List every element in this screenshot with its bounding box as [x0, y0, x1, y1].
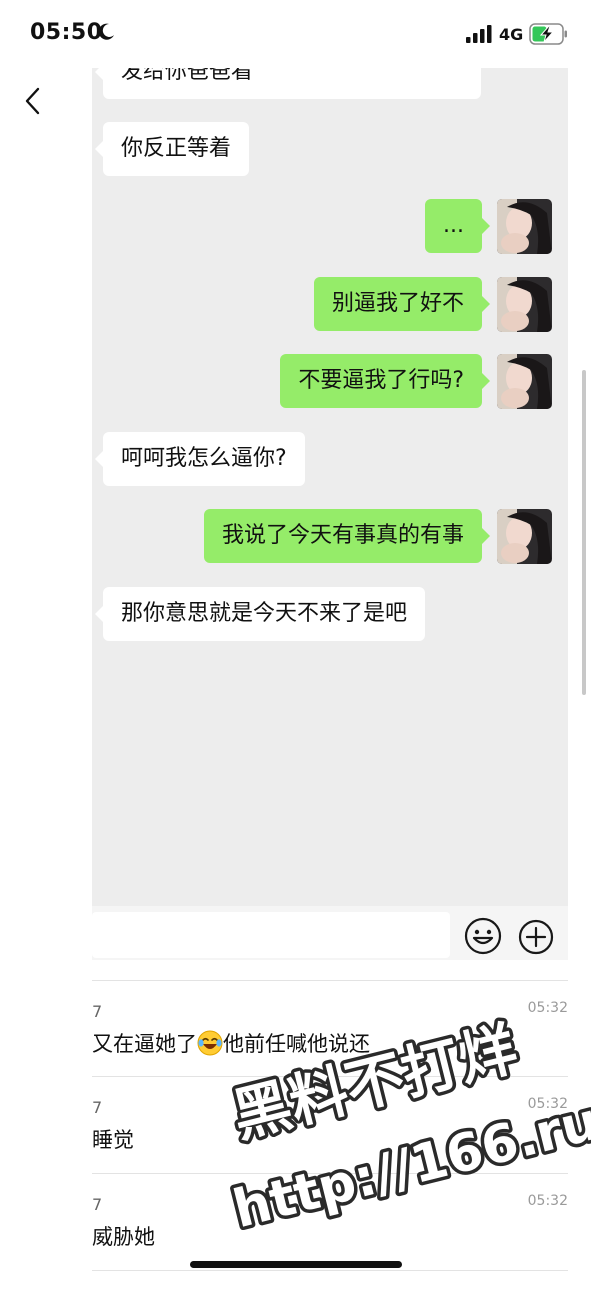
input-bar [92, 906, 568, 960]
outgoing-message: 别逼我了好不 [313, 277, 491, 331]
message-text: 呵呵我怎么逼你? [121, 446, 287, 471]
incoming-message: 呵呵我怎么逼你? [95, 432, 305, 486]
message-text: 别逼我了好不 [331, 291, 464, 316]
outgoing-message: ... [425, 199, 490, 253]
incoming-message: 发给你爸爸看 [95, 68, 481, 99]
comment-text: 睡觉 [92, 1128, 134, 1152]
outgoing-message: 我说了今天有事真的有事 [203, 509, 491, 563]
comment-time: 05:32 [527, 1193, 568, 1209]
chat-area: 发给你爸爸看 你反正等着 ... 别逼我了好不 不要逼我了行吗? 呵呵我怎么逼你… [92, 68, 568, 908]
emoji-icon[interactable] [464, 917, 502, 955]
message-text: 我说了今天有事真的有事 [221, 523, 464, 548]
comment-item: 7 05:32 又在逼她了 他前任喊他说还 [92, 1000, 568, 1098]
divider [92, 1173, 568, 1174]
comment-user: 7 [92, 1002, 103, 1021]
message-text: ... [443, 213, 464, 238]
divider [92, 980, 568, 981]
incoming-message: 你反正等着 [94, 122, 250, 176]
battery-charging-icon [529, 23, 567, 45]
comment-time: 05:32 [527, 1096, 568, 1112]
comment-user: 7 [92, 1195, 103, 1214]
comment-time: 05:32 [527, 1000, 568, 1016]
plus-icon[interactable] [518, 919, 554, 955]
network-type: 4G [499, 25, 524, 44]
message-text: 不要逼我了行吗? [298, 368, 464, 393]
comment-text-before: 又在逼她了 [92, 1032, 197, 1056]
status-time: 05:50 [30, 20, 103, 45]
comment-user: 7 [92, 1098, 103, 1117]
comment-text: 威胁她 [92, 1225, 155, 1249]
moon-icon [98, 23, 114, 40]
message-text: 那你意思就是今天不来了是吧 [121, 601, 408, 626]
avatar [497, 199, 552, 254]
outgoing-message: 不要逼我了行吗? [280, 354, 490, 408]
avatar [497, 509, 552, 564]
message-text: 发给你爸爸看 [121, 68, 254, 84]
home-indicator [190, 1261, 402, 1268]
comment-item: 7 05:32 睡觉 [92, 1096, 568, 1194]
comment-text: 又在逼她了 他前任喊他说还 [92, 1028, 370, 1058]
scrollbar[interactable] [582, 370, 586, 695]
message-input[interactable] [92, 912, 450, 958]
divider [92, 1076, 568, 1077]
laughing-emoji-icon [197, 1030, 223, 1056]
avatar [497, 354, 552, 409]
signal-icon [466, 25, 492, 43]
avatar [497, 277, 552, 332]
divider [92, 1270, 568, 1271]
comment-item: 7 05:32 威胁她 [92, 1193, 568, 1291]
back-arrow-icon[interactable] [20, 86, 48, 116]
message-text: 你反正等着 [121, 136, 232, 161]
comment-text-after: 他前任喊他说还 [223, 1032, 370, 1056]
status-bar: 05:50 4G [0, 0, 591, 70]
incoming-message: 那你意思就是今天不来了是吧 [94, 587, 426, 641]
